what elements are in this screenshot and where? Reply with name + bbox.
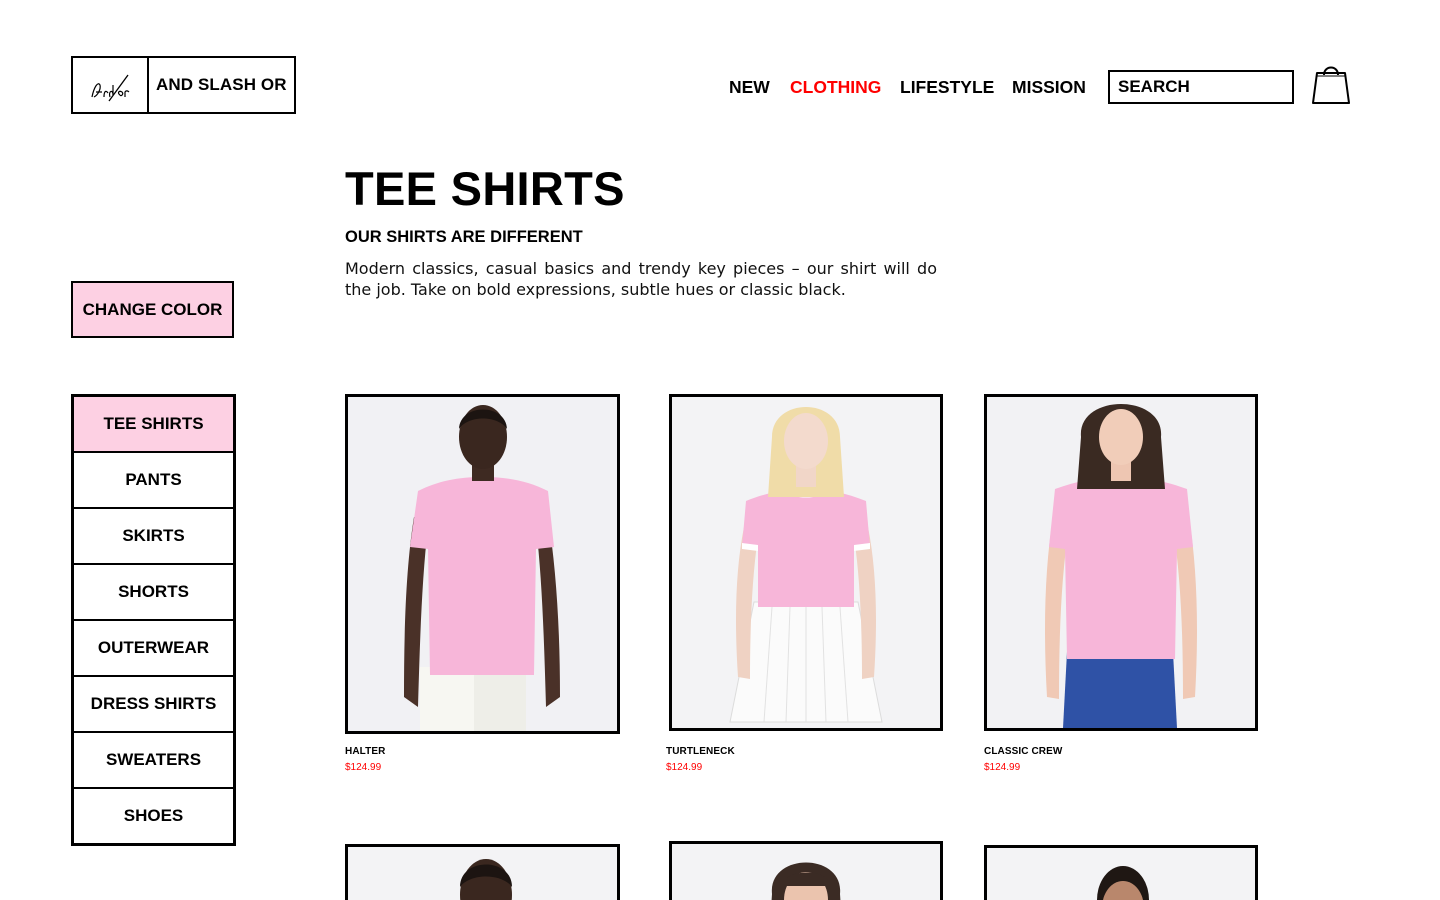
search-box <box>1108 70 1294 104</box>
category-item-tee-shirts[interactable]: TEE SHIRTS <box>74 397 233 453</box>
model-photo <box>348 847 617 900</box>
nav-item-lifestyle[interactable]: LIFESTYLE <box>900 76 994 98</box>
model-photo <box>987 397 1255 728</box>
category-item-outerwear[interactable]: OUTERWEAR <box>74 621 233 677</box>
cart-button[interactable] <box>1312 62 1350 105</box>
nav-item-clothing[interactable]: CLOTHING <box>790 76 881 98</box>
model-photo <box>348 397 617 731</box>
product-image-turtleneck[interactable] <box>669 394 943 731</box>
nav-item-new[interactable]: NEW <box>729 76 770 98</box>
category-item-dress-shirts[interactable]: DRESS SHIRTS <box>74 677 233 733</box>
page-subtitle: OUR SHIRTS ARE DIFFERENT <box>345 228 583 246</box>
category-item-sweaters[interactable]: SWEATERS <box>74 733 233 789</box>
category-item-pants[interactable]: PANTS <box>74 453 233 509</box>
product-image[interactable] <box>669 841 943 900</box>
page-description: Modern classics, casual basics and trend… <box>345 259 937 299</box>
model-photo <box>672 397 940 728</box>
product-name[interactable]: HALTER <box>345 746 385 757</box>
category-item-shorts[interactable]: SHORTS <box>74 565 233 621</box>
product-image[interactable] <box>984 845 1258 900</box>
change-color-button[interactable]: CHANGE COLOR <box>71 281 234 338</box>
product-image[interactable] <box>345 844 620 900</box>
product-image-halter[interactable] <box>345 394 620 734</box>
search-input[interactable] <box>1118 77 1292 97</box>
category-item-skirts[interactable]: SKIRTS <box>74 509 233 565</box>
shopping-bag-icon <box>1312 66 1350 104</box>
logo-mark <box>73 58 149 112</box>
category-item-shoes[interactable]: SHOES <box>74 789 233 843</box>
model-photo <box>672 844 940 900</box>
brand-logo[interactable]: AND SLASH OR <box>71 56 296 114</box>
page-title: TEE SHIRTS <box>345 162 625 215</box>
product-price: $124.99 <box>345 762 382 773</box>
product-name[interactable]: CLASSIC CREW <box>984 746 1062 757</box>
product-name[interactable]: TURTLENECK <box>666 746 735 757</box>
category-list: TEE SHIRTS PANTS SKIRTS SHORTS OUTERWEAR… <box>71 394 236 846</box>
product-price: $124.99 <box>984 762 1021 773</box>
nav-item-mission[interactable]: MISSION <box>1012 76 1086 98</box>
product-price: $124.99 <box>666 762 703 773</box>
brand-name: AND SLASH OR <box>156 75 287 94</box>
model-photo <box>987 848 1255 900</box>
logo-signature-icon <box>91 74 130 102</box>
product-image-classic-crew[interactable] <box>984 394 1258 731</box>
